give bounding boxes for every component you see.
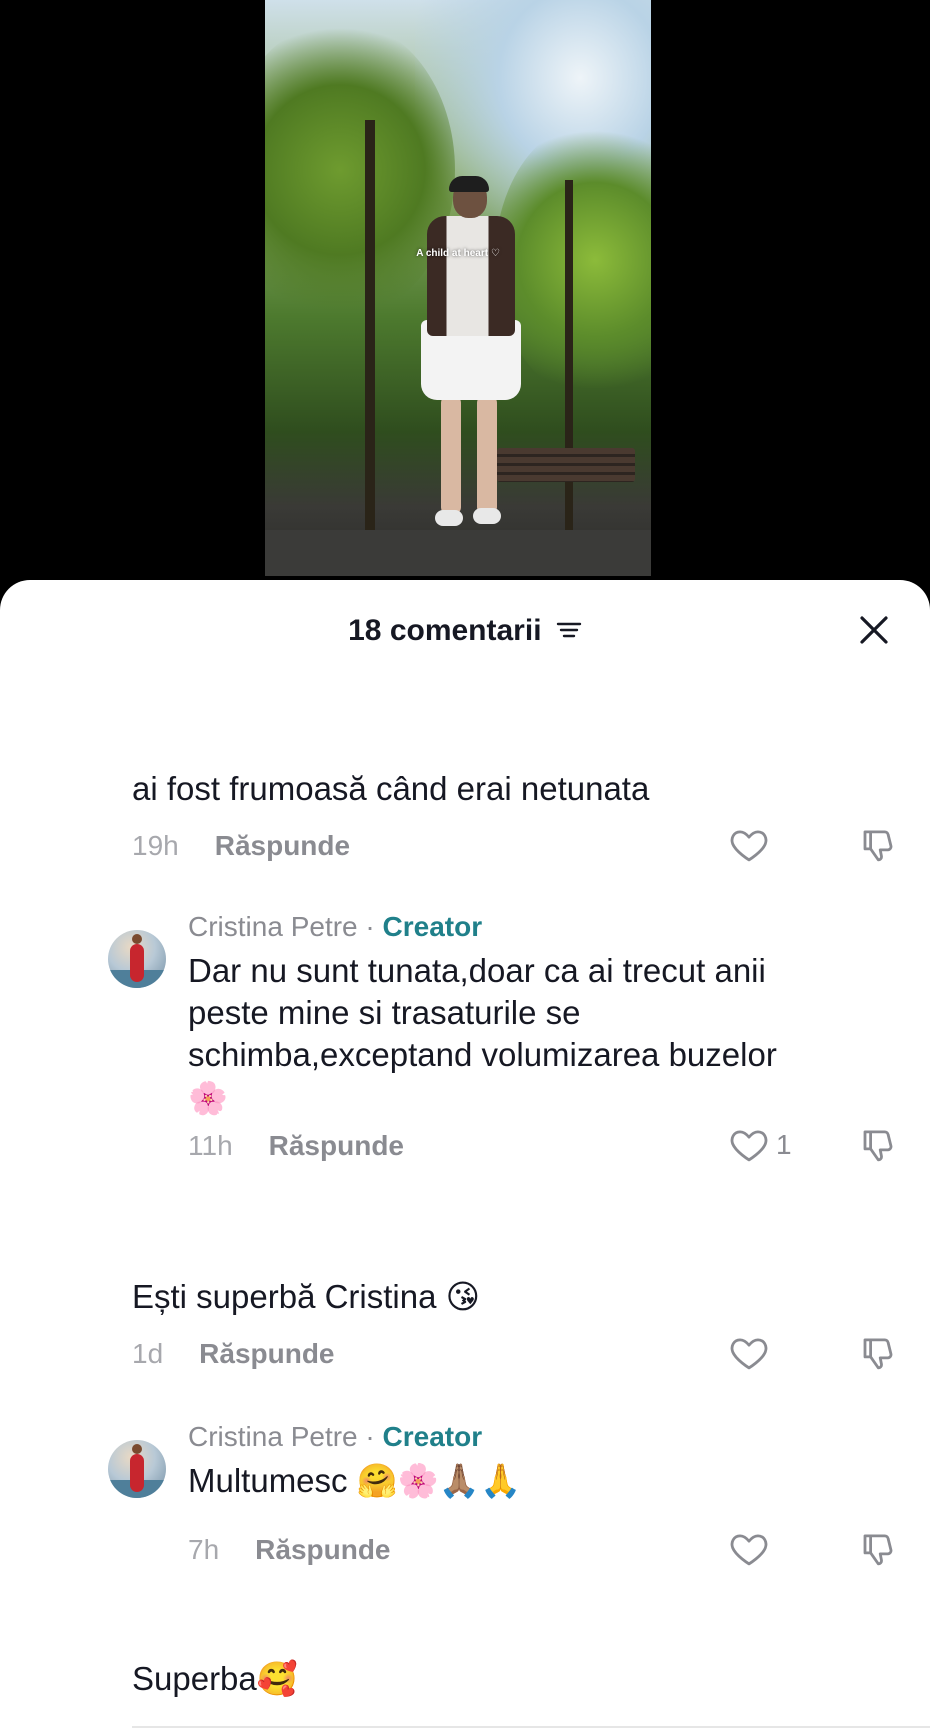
video-tree-trunk [365, 120, 375, 530]
comment-text-line: peste mine si trasaturile se [188, 994, 581, 1031]
comment-author[interactable]: Cristina Petre [188, 911, 358, 942]
close-icon[interactable] [854, 610, 894, 650]
heart-outline-icon [730, 830, 768, 862]
comment-text: Superba🥰 [132, 1658, 298, 1700]
filter-icon[interactable] [556, 620, 582, 640]
comment-meta: 19h Răspunde [132, 826, 350, 866]
comments-sheet: 18 comentarii ai fost frumoasă când erai… [0, 580, 930, 1734]
comment-meta: 1d Răspunde [132, 1334, 335, 1374]
reply-button[interactable]: Răspunde [199, 1338, 334, 1370]
reply-button[interactable]: Răspunde [255, 1534, 390, 1566]
divider [132, 1726, 930, 1728]
comment-emoji: 🥰 [256, 1660, 298, 1697]
comment-emojis: 🤗🌸🙏🏽🙏 [356, 1462, 522, 1499]
comment-text-line: Dar nu sunt tunata,doar ca ai trecut ani… [188, 952, 766, 989]
comment-emoji: 🌸 [188, 1080, 228, 1116]
comment-time: 11h [188, 1130, 233, 1161]
video-player[interactable]: A child at heart ♡ [265, 0, 651, 576]
like-button[interactable] [728, 1528, 770, 1570]
video-person [415, 176, 525, 560]
author-separator: · [357, 911, 383, 942]
comment-text: Ești superbă Cristina 😘 [132, 1276, 480, 1318]
author-separator: · [357, 1421, 383, 1452]
heart-outline-icon [730, 1534, 768, 1566]
comment-emoji: 😘 [445, 1278, 481, 1315]
thumbs-down-icon[interactable] [858, 1124, 900, 1166]
comment-text: Dar nu sunt tunata,doar ca ai trecut ani… [188, 950, 777, 1120]
comment-text-body: Ești superbă Cristina [132, 1278, 437, 1315]
like-count: 1 [776, 1129, 792, 1160]
comment-text-body: Superba [132, 1660, 257, 1697]
reply-button[interactable]: Răspunde [269, 1130, 404, 1162]
avatar[interactable] [108, 930, 166, 988]
heart-outline-icon [730, 1130, 768, 1162]
comment-time: 7h [188, 1534, 220, 1565]
creator-badge: Creator [382, 1421, 483, 1452]
comment-time: 19h [132, 830, 179, 861]
thumbs-down-icon[interactable] [858, 824, 900, 866]
avatar[interactable] [108, 1440, 166, 1498]
comment-text-line: schimba,exceptand volumizarea buzelor [188, 1036, 777, 1073]
comments-count-title[interactable]: 18 comentarii [0, 614, 930, 648]
like-button[interactable] [728, 824, 770, 866]
comment-time: 1d [132, 1338, 164, 1369]
comment-author-line: Cristina Petre · Creator [188, 910, 482, 944]
like-button[interactable]: 1 [728, 1124, 792, 1166]
reply-button[interactable]: Răspunde [215, 830, 350, 862]
comment-text-body: Multumesc [188, 1462, 348, 1499]
comment-author-line: Cristina Petre · Creator [188, 1420, 482, 1454]
comment-author[interactable]: Cristina Petre [188, 1421, 358, 1452]
thumbs-down-icon[interactable] [858, 1332, 900, 1374]
like-button[interactable] [728, 1332, 770, 1374]
thumbs-down-icon[interactable] [858, 1528, 900, 1570]
comment-meta: 7h Răspunde [188, 1530, 391, 1570]
sheet-header: 18 comentarii [0, 580, 930, 684]
comment-text: ai fost frumoasă când erai netunata [132, 770, 650, 807]
creator-badge: Creator [382, 911, 483, 942]
video-caption: A child at heart ♡ [416, 248, 500, 259]
heart-outline-icon [730, 1338, 768, 1370]
comment-meta: 11h Răspunde [188, 1126, 404, 1166]
comments-title-text: 18 comentarii [348, 614, 542, 647]
comment-text: Multumesc 🤗🌸🙏🏽🙏 [188, 1460, 521, 1502]
